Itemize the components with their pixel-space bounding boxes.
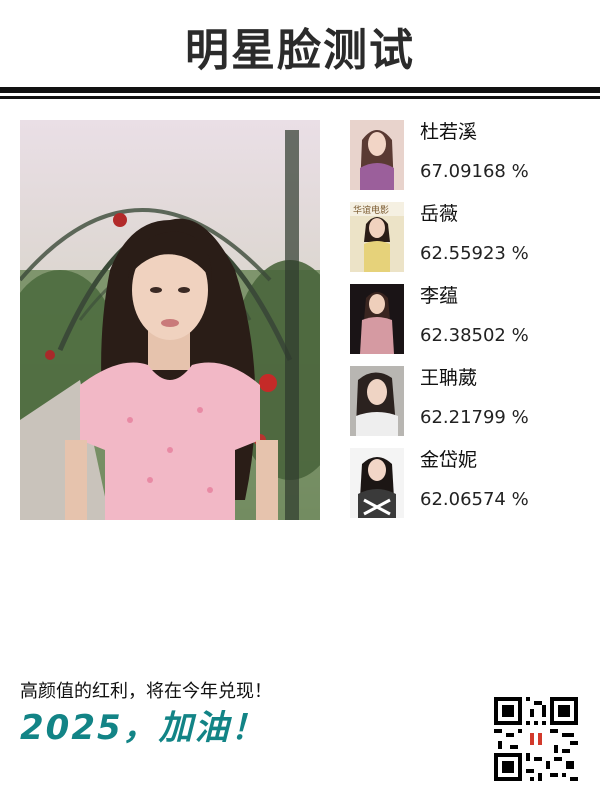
- header-divider-thick: [0, 87, 600, 93]
- match-score: 67.09168 %: [420, 161, 529, 182]
- match-item[interactable]: 杜若溪 67.09168 %: [350, 120, 590, 190]
- match-name: 王聃葳: [420, 367, 478, 389]
- match-score: 62.06574 %: [420, 489, 529, 510]
- match-score: 62.38502 %: [420, 325, 529, 346]
- match-name: 岳薇: [420, 203, 459, 225]
- svg-text:华谊电影: 华谊电影: [353, 204, 389, 216]
- match-name: 杜若溪: [420, 121, 478, 143]
- match-item[interactable]: 李蕴 62.38502 %: [350, 284, 590, 354]
- match-item[interactable]: 王聃葳 62.21799 %: [350, 366, 590, 436]
- match-thumbnail: [350, 284, 404, 354]
- match-item[interactable]: 金岱妮 62.06574 %: [350, 448, 590, 518]
- match-score: 62.21799 %: [420, 407, 529, 428]
- header-divider-thin: [0, 96, 600, 99]
- match-thumbnail: [350, 366, 404, 436]
- footer-slogan: 2025，加油！: [20, 708, 267, 748]
- match-name: 金岱妮: [420, 449, 478, 471]
- match-score: 62.55923 %: [420, 243, 529, 264]
- page-title: 明星脸测试: [185, 25, 415, 76]
- match-thumbnail: 华谊电影: [350, 202, 404, 272]
- footer-message: 高颜值的红利，将在今年兑现！: [20, 681, 272, 702]
- match-thumbnail: [350, 120, 404, 190]
- match-item[interactable]: 华谊电影 岳薇 62.55923 %: [350, 202, 590, 272]
- uploaded-photo: [20, 120, 320, 520]
- match-name: 李蕴: [420, 285, 459, 307]
- match-thumbnail: [350, 448, 404, 518]
- qr-code-icon[interactable]: [494, 697, 578, 781]
